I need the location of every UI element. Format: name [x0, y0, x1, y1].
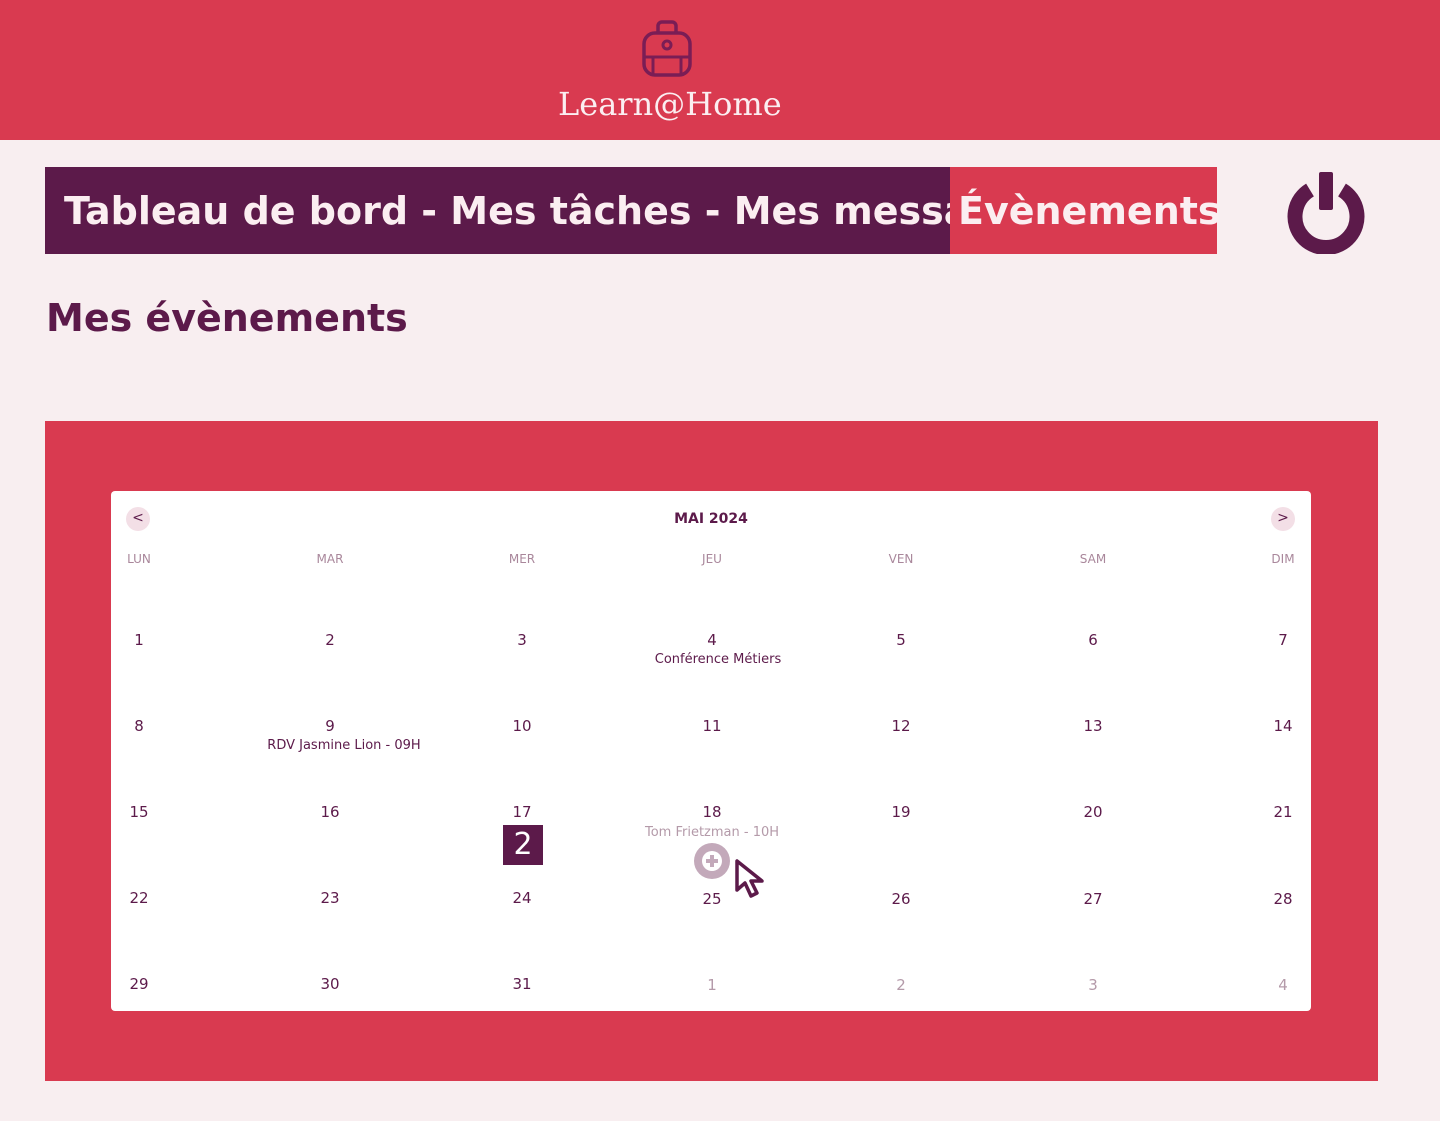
weekday-header: JEU: [702, 552, 722, 566]
day-cell-next-month[interactable]: 3: [1073, 976, 1113, 994]
day-cell[interactable]: 7: [1263, 631, 1303, 649]
day-cell[interactable]: 8: [119, 717, 159, 735]
day-cell[interactable]: 5: [881, 631, 921, 649]
day-cell-next-month[interactable]: 1: [692, 976, 732, 994]
day-cell[interactable]: 10: [502, 717, 542, 735]
nav-bar: Tableau de bord - Mes tâches - Mes messa…: [45, 167, 1074, 254]
day-cell[interactable]: 17: [502, 803, 542, 821]
weekday-header: MAR: [316, 552, 344, 566]
event-tom-frietzman[interactable]: Tom Frietzman - 10H: [592, 825, 832, 840]
day-cell[interactable]: 3: [502, 631, 542, 649]
nav-separator: -: [691, 188, 734, 233]
nav-separator: -: [408, 188, 451, 233]
day-cell[interactable]: 22: [119, 889, 159, 907]
calendar: < MAI 2024 > LUN MAR MER JEU VEN SAM DIM…: [111, 491, 1311, 1011]
day-cell[interactable]: 19: [881, 803, 921, 821]
weekday-header: VEN: [888, 552, 914, 566]
main-nav: Tableau de bord - Mes tâches - Mes messa…: [45, 167, 1221, 254]
weekday-header: DIM: [1271, 552, 1295, 566]
day-cell[interactable]: 9: [310, 717, 350, 735]
add-event-button[interactable]: [694, 843, 730, 879]
day-cell-next-month[interactable]: 2: [881, 976, 921, 994]
day-cell-next-month[interactable]: 4: [1263, 976, 1303, 994]
day-cell[interactable]: 27: [1073, 890, 1113, 908]
day-cell[interactable]: 1: [119, 631, 159, 649]
day-cell[interactable]: 14: [1263, 717, 1303, 735]
nav-item-mes-taches[interactable]: Mes tâches: [450, 189, 691, 233]
day-cell[interactable]: 30: [310, 975, 350, 993]
day-cell[interactable]: 24: [502, 889, 542, 907]
day-cell[interactable]: 4: [692, 631, 732, 649]
backpack-icon: [642, 20, 692, 77]
month-label: MAI 2024: [674, 511, 748, 527]
plus-icon: [702, 851, 722, 871]
next-month-button[interactable]: >: [1271, 507, 1295, 531]
event-conference-metiers[interactable]: Conférence Métiers: [598, 652, 838, 667]
day-cell[interactable]: 18: [692, 803, 732, 821]
day-cell[interactable]: 23: [310, 889, 350, 907]
day-cell[interactable]: 25: [692, 890, 732, 908]
day-cell[interactable]: 15: [119, 803, 159, 821]
weekday-header: SAM: [1079, 552, 1107, 566]
day-cell[interactable]: 6: [1073, 631, 1113, 649]
header: Learn@Home: [0, 0, 1440, 140]
day-cell[interactable]: 12: [881, 717, 921, 735]
calendar-panel: < MAI 2024 > LUN MAR MER JEU VEN SAM DIM…: [45, 421, 1378, 1081]
nav-item-tableau-de-bord[interactable]: Tableau de bord: [64, 189, 408, 233]
day-cell[interactable]: 20: [1073, 803, 1113, 821]
drag-badge[interactable]: 2: [503, 825, 543, 865]
power-icon[interactable]: [1286, 172, 1366, 254]
day-cell[interactable]: 26: [881, 890, 921, 908]
day-cell[interactable]: 28: [1263, 890, 1303, 908]
day-cell[interactable]: 13: [1073, 717, 1113, 735]
day-cell[interactable]: 21: [1263, 803, 1303, 821]
day-cell[interactable]: 11: [692, 717, 732, 735]
day-cell[interactable]: 29: [119, 975, 159, 993]
mouse-cursor-icon: [735, 859, 764, 898]
nav-item-evenements[interactable]: Évènements: [950, 167, 1221, 254]
day-cell[interactable]: 31: [502, 975, 542, 993]
weekday-header: LUN: [127, 552, 151, 566]
day-cell[interactable]: 16: [310, 803, 350, 821]
page-title: Mes évènements: [46, 296, 408, 340]
day-cell[interactable]: 2: [310, 631, 350, 649]
weekday-header: MER: [508, 552, 536, 566]
event-rdv-jasmine-lion[interactable]: RDV Jasmine Lion - 09H: [224, 738, 464, 753]
brand-name: Learn@Home: [558, 85, 782, 123]
